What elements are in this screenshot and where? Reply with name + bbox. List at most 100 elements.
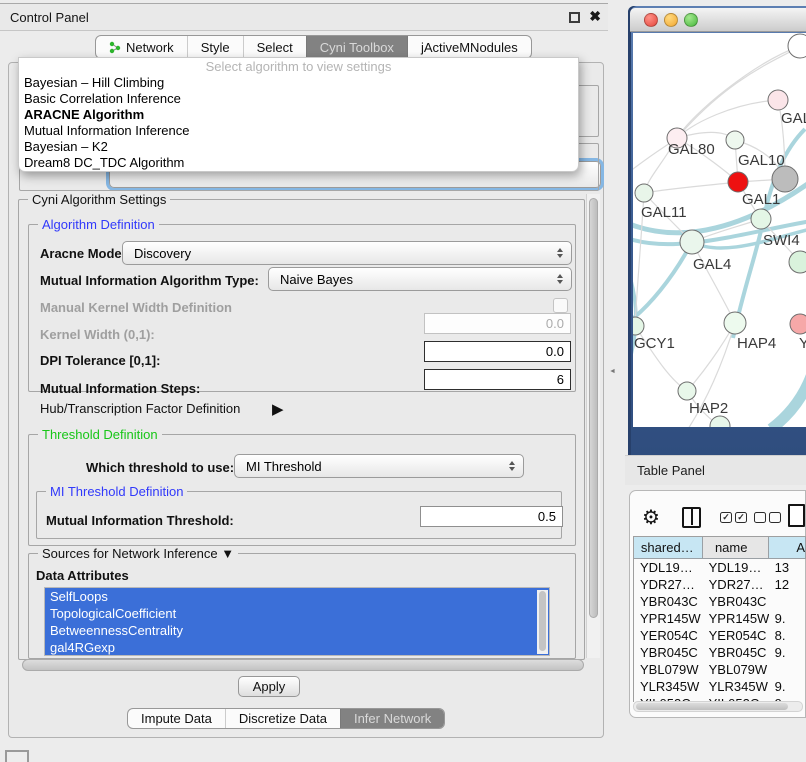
table-row[interactable]: YDR27…YDR27…12	[634, 576, 806, 593]
tab-style[interactable]: Style	[187, 36, 243, 58]
node-gal11[interactable]	[635, 184, 653, 202]
cyni-algorithm-settings-title: Cyni Algorithm Settings	[28, 192, 170, 207]
tab-infer-network[interactable]: Infer Network	[340, 709, 444, 728]
table-cell: 12	[769, 576, 806, 593]
dropdown-item-mutual-information-inference[interactable]: Mutual Information Inference	[19, 123, 578, 139]
deselect-all-checkbox-icon[interactable]	[769, 512, 781, 523]
node-y-cut[interactable]	[790, 314, 806, 334]
settings-horizontal-scrollbar[interactable]	[22, 659, 584, 671]
hub-definition-label[interactable]: Hub/Transcription Factor Definition	[40, 401, 240, 416]
mi-steps-field[interactable]: 6	[424, 369, 571, 390]
attribute-item-topologicalcoefficient[interactable]: TopologicalCoefficient	[45, 605, 549, 622]
network-canvas[interactable]: GALGAL80GAL10GAL1GAL11SWI4GAL4GCY1HAP4YH…	[633, 33, 806, 427]
settings-vertical-scrollbar[interactable]	[586, 194, 600, 658]
table-row[interactable]: YER054CYER054C8.	[634, 627, 806, 644]
node-gal-cut[interactable]	[768, 90, 788, 110]
network-view-window[interactable]: GALGAL80GAL10GAL1GAL11SWI4GAL4GCY1HAP4YH…	[628, 6, 806, 455]
attribute-item-selfloops[interactable]: SelfLoops	[45, 588, 549, 605]
dropdown-item-aracne-algorithm[interactable]: ARACNE Algorithm	[19, 107, 578, 123]
network-graph[interactable]: GALGAL80GAL10GAL1GAL11SWI4GAL4GCY1HAP4YH…	[633, 33, 806, 427]
data-attributes-list[interactable]: SelfLoopsTopologicalCoefficientBetweenne…	[44, 587, 550, 656]
which-threshold-combobox[interactable]: MI Threshold	[234, 454, 524, 478]
table-cell: 13	[769, 559, 806, 576]
table-row[interactable]: YBL079WYBL079W	[634, 661, 806, 678]
mi-algorithm-type-combobox[interactable]: Naive Bayes	[268, 267, 572, 291]
gear-icon[interactable]: ⚙	[642, 505, 660, 530]
table-column-header-a[interactable]: A	[769, 537, 806, 558]
table-row[interactable]: YBR045CYBR045C9.	[634, 644, 806, 661]
select-all-checkbox-icon[interactable]: ✓	[720, 512, 732, 523]
network-edge[interactable]	[687, 323, 735, 391]
table-hscroll-thumb[interactable]	[636, 703, 788, 710]
manual-kernel-width-checkbox[interactable]	[553, 298, 568, 313]
app-screen: Control Panel ✖ NetworkStyleSelectCyni T…	[0, 0, 806, 762]
node-gal11-label: GAL11	[641, 204, 687, 221]
columns-icon[interactable]	[682, 507, 701, 528]
node-gal10[interactable]	[726, 131, 744, 149]
node-gray[interactable]	[772, 166, 798, 192]
table-row[interactable]: YDL19…YDL19…13	[634, 559, 806, 576]
network-edge[interactable]	[771, 361, 806, 427]
node-swi4[interactable]	[751, 209, 771, 229]
new-table-icon[interactable]	[788, 504, 805, 527]
tab-discretize-data[interactable]: Discretize Data	[225, 709, 340, 728]
attribute-item-gal4rgexp[interactable]: gal4RGexp	[45, 639, 549, 656]
algorithm-dropdown-prompt: Select algorithm to view settings	[19, 59, 578, 75]
close-panel-icon[interactable]: ✖	[589, 8, 601, 25]
select-all-checkbox-icon[interactable]: ✓	[735, 512, 747, 523]
dropdown-item-bayesian-hill-climbing[interactable]: Bayesian – Hill Climbing	[19, 75, 578, 91]
table-horizontal-scrollbar[interactable]	[633, 701, 803, 712]
dpi-tolerance-field[interactable]: 0.0	[424, 341, 571, 362]
mi-algorithm-type-label: Mutual Information Algorithm Type:	[40, 273, 259, 288]
which-threshold-value: MI Threshold	[246, 459, 322, 474]
split-pane-collapse-icon[interactable]: ◄	[609, 368, 616, 375]
table-column-header-shared[interactable]: shared…	[634, 537, 703, 558]
network-window-titlebar[interactable]	[630, 8, 806, 32]
tab-network-label: Network	[126, 40, 174, 55]
attributes-scrollbar[interactable]	[537, 590, 548, 654]
node-bottom[interactable]	[710, 416, 730, 427]
mi-threshold-title: MI Threshold Definition	[46, 484, 187, 499]
table-cell: 9.	[769, 644, 806, 661]
tab-select[interactable]: Select	[243, 36, 306, 58]
network-edge[interactable]	[644, 182, 738, 193]
aracne-mode-combobox[interactable]: Discovery	[122, 241, 572, 265]
zoom-window-icon[interactable]	[684, 13, 698, 27]
tab-jactivemnodules[interactable]: jActiveMNodules	[407, 36, 531, 58]
node-top[interactable]	[788, 34, 806, 58]
float-panel-icon[interactable]	[569, 12, 580, 23]
attribute-item-betweennesscentrality[interactable]: BetweennessCentrality	[45, 622, 549, 639]
dropdown-item-bayesian-k2[interactable]: Bayesian – K2	[19, 139, 578, 155]
tab-network[interactable]: Network	[96, 36, 187, 58]
table-row[interactable]: YPR145WYPR145W9.	[634, 610, 806, 627]
tab-cyni-toolbox[interactable]: Cyni Toolbox	[306, 36, 407, 58]
dropdown-item-basic-correlation-inference[interactable]: Basic Correlation Inference	[19, 91, 578, 107]
kernel-width-field[interactable]: 0.0	[424, 313, 571, 334]
apply-button[interactable]: Apply	[238, 676, 300, 697]
mi-threshold-field[interactable]: 0.5	[420, 506, 563, 527]
tab-impute-data[interactable]: Impute Data	[128, 709, 225, 728]
network-edge[interactable]	[633, 242, 692, 323]
close-window-icon[interactable]	[644, 13, 658, 27]
node-hap2[interactable]	[678, 382, 696, 400]
node-hap4[interactable]	[724, 312, 746, 334]
table-cell: YBR043C	[634, 593, 703, 610]
network-edge[interactable]	[692, 242, 735, 323]
hub-expand-arrow-icon[interactable]: ▶	[272, 400, 284, 418]
dpi-tolerance-label: DPI Tolerance [0,1]:	[40, 353, 160, 368]
corner-grip-icon[interactable]	[5, 750, 29, 762]
deselect-all-checkbox-icon[interactable]	[754, 512, 766, 523]
minimize-window-icon[interactable]	[664, 13, 678, 27]
table-row[interactable]: YBR043CYBR043C	[634, 593, 806, 610]
settings-vscroll-thumb[interactable]	[589, 198, 598, 618]
node-gal1[interactable]	[728, 172, 748, 192]
dropdown-item-dream8-dc-tdc-algorithm[interactable]: Dream8 DC_TDC Algorithm	[19, 155, 578, 171]
node-gal4[interactable]	[680, 230, 704, 254]
sources-collapse-arrow-icon[interactable]: ▼	[221, 546, 234, 561]
table-cell: YDL19…	[703, 559, 769, 576]
table-column-header-name[interactable]: name	[703, 537, 769, 558]
node-green-right[interactable]	[789, 251, 806, 273]
node-gcy1[interactable]	[633, 317, 644, 335]
kernel-width-label: Kernel Width (0,1):	[40, 327, 155, 342]
table-row[interactable]: YLR345WYLR345W9.	[634, 678, 806, 695]
